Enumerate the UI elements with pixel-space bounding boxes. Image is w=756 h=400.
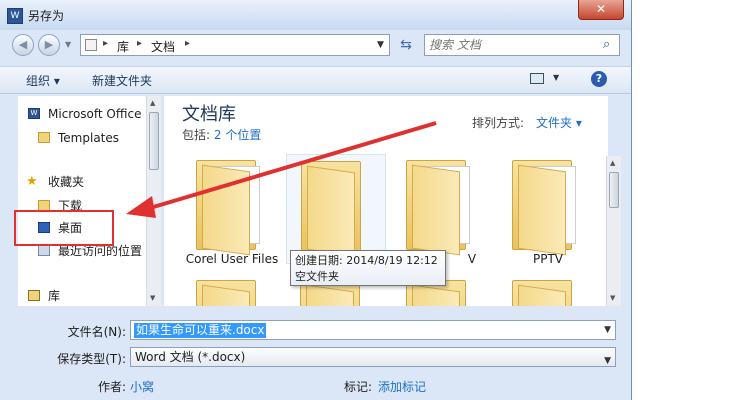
annotation-arrow-shaft <box>149 121 437 210</box>
annotation-arrow-icon <box>126 121 437 218</box>
annotation-arrow-head <box>126 196 156 218</box>
